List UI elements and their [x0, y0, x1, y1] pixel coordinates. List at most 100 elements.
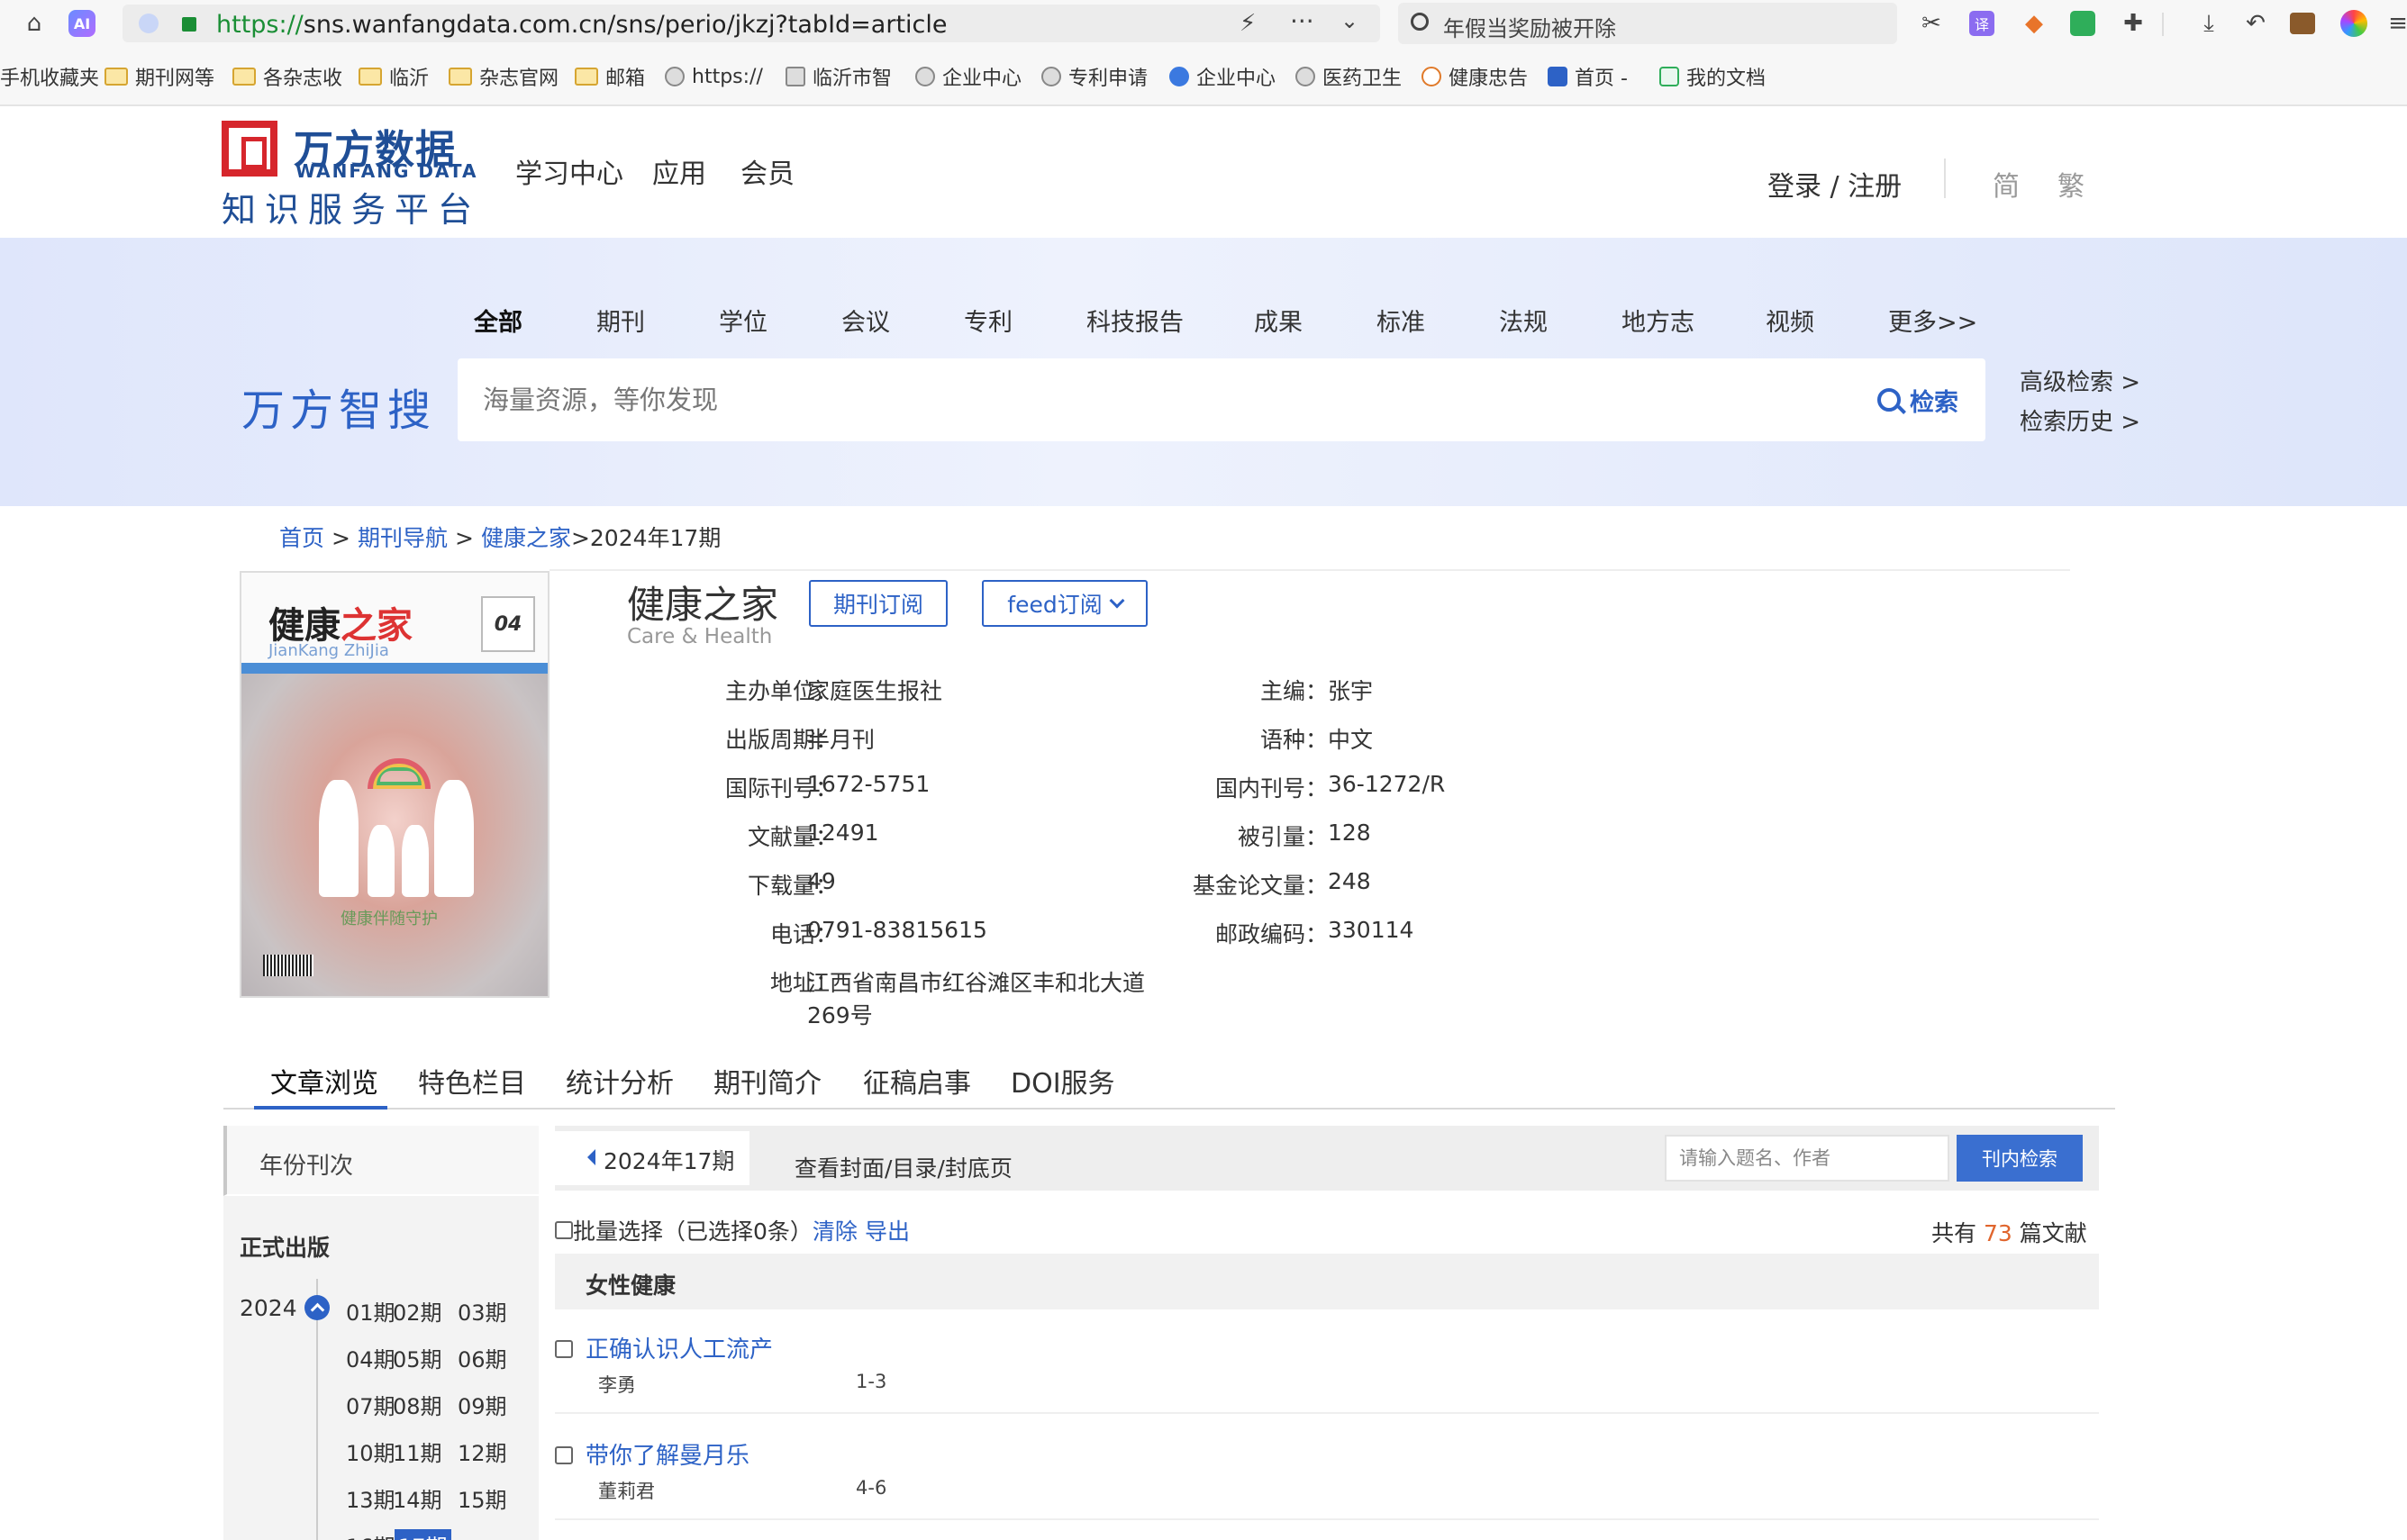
- issue-07[interactable]: 07期: [346, 1389, 395, 1420]
- tab-journal-intro[interactable]: 期刊简介: [713, 1061, 822, 1101]
- search-tab-achievement[interactable]: 成果: [1254, 303, 1303, 338]
- bookmark[interactable]: 邮箱: [575, 61, 645, 92]
- nav-member[interactable]: 会员: [740, 151, 795, 191]
- lang-traditional[interactable]: 繁: [2057, 164, 2085, 204]
- tab-featured-columns[interactable]: 特色栏目: [418, 1061, 526, 1101]
- bookmark[interactable]: 健康忠告: [1421, 61, 1528, 92]
- game-icon[interactable]: ◆: [2020, 9, 2048, 38]
- bookmark[interactable]: https://: [665, 61, 763, 92]
- issue-12[interactable]: 12期: [458, 1436, 507, 1467]
- in-journal-search-button[interactable]: 刊内检索: [1957, 1135, 2083, 1182]
- bookmark[interactable]: 医药卫生: [1295, 61, 1402, 92]
- tab-doi-service[interactable]: DOI服务: [1011, 1061, 1115, 1101]
- article-author[interactable]: 李勇: [598, 1371, 636, 1398]
- issue-10[interactable]: 10期: [346, 1436, 395, 1467]
- bookmark[interactable]: 各杂志收: [232, 61, 342, 92]
- issue-15[interactable]: 15期: [458, 1482, 507, 1514]
- view-cover-toc-link[interactable]: 查看封面/目录/封底页: [795, 1151, 1013, 1183]
- bookmark[interactable]: 企业中心: [915, 61, 1022, 92]
- search-tab-patent[interactable]: 专利: [964, 303, 1013, 338]
- bookmark[interactable]: 期刊网等: [104, 61, 214, 92]
- batch-select-checkbox[interactable]: [555, 1221, 573, 1239]
- undo-icon[interactable]: ↶: [2241, 9, 2270, 38]
- wanfang-logo[interactable]: 万方数据 WANFANG DATA 知识服务平台: [222, 115, 476, 230]
- assistant-icon[interactable]: [2340, 10, 2367, 37]
- in-journal-search-input[interactable]: [1665, 1135, 1949, 1182]
- clear-link[interactable]: 清除: [813, 1214, 858, 1246]
- tab-statistics[interactable]: 统计分析: [566, 1061, 674, 1101]
- search-input[interactable]: [483, 380, 1726, 420]
- issue-04[interactable]: 04期: [346, 1342, 395, 1373]
- advanced-search-link[interactable]: 高级检索 >: [2020, 364, 2140, 397]
- article-title[interactable]: 带你了解曼月乐: [586, 1437, 749, 1471]
- issue-09[interactable]: 09期: [458, 1389, 507, 1420]
- browser-search-box[interactable]: 年假当奖励被开除: [1398, 3, 1897, 44]
- subscribe-button[interactable]: 期刊订阅: [809, 580, 948, 627]
- issue-05[interactable]: 05期: [393, 1342, 442, 1373]
- issue-17-selected[interactable]: 17期: [395, 1529, 451, 1540]
- export-link[interactable]: 导出: [865, 1214, 910, 1246]
- tab-call-for-papers[interactable]: 征稿启事: [863, 1061, 971, 1101]
- bookmark[interactable]: 临沂市智: [786, 61, 892, 92]
- issue-11[interactable]: 11期: [393, 1436, 442, 1467]
- article-author[interactable]: 董莉君: [598, 1477, 655, 1504]
- bookmark[interactable]: 企业中心: [1169, 61, 1276, 92]
- home-icon[interactable]: ⌂: [20, 9, 49, 38]
- journal-cover[interactable]: 健康之家 JianKang ZhiJia 04 健康伴随守护: [240, 571, 550, 998]
- issue-08[interactable]: 08期: [393, 1389, 442, 1420]
- bookmark[interactable]: 专利申请: [1041, 61, 1148, 92]
- feed-subscribe-button[interactable]: feed订阅: [982, 580, 1148, 627]
- article-checkbox[interactable]: [555, 1446, 573, 1464]
- search-tab-all[interactable]: 全部: [474, 303, 522, 338]
- bookmark[interactable]: 临沂: [359, 61, 429, 92]
- search-tab-local-gazetteer[interactable]: 地方志: [1621, 303, 1694, 338]
- ai-icon[interactable]: AI: [68, 10, 95, 37]
- collapse-icon[interactable]: [304, 1295, 330, 1320]
- breadcrumb-home[interactable]: 首页: [279, 525, 324, 551]
- issue-03[interactable]: 03期: [458, 1295, 507, 1327]
- issue-02[interactable]: 02期: [393, 1295, 442, 1327]
- download-icon[interactable]: ⤓: [2194, 9, 2223, 38]
- menu-icon[interactable]: ≡: [2384, 9, 2407, 38]
- bookmark[interactable]: 我的文档: [1659, 61, 1766, 92]
- tab-article-browse[interactable]: 文章浏览: [270, 1061, 378, 1101]
- issue-14[interactable]: 14期: [393, 1482, 442, 1514]
- search-tab-video[interactable]: 视频: [1766, 303, 1814, 338]
- issue-selector[interactable]: 2024年17期: [555, 1131, 749, 1185]
- briefcase-icon[interactable]: [2290, 13, 2315, 34]
- bookmark[interactable]: 首页 -: [1548, 61, 1628, 92]
- issue-16[interactable]: 16期: [346, 1529, 395, 1540]
- chevron-down-icon[interactable]: ⌄: [1340, 8, 1358, 33]
- search-button[interactable]: 检索: [1877, 382, 1958, 418]
- lightning-icon[interactable]: ⚡: [1240, 10, 1256, 37]
- extensions-icon[interactable]: ✚: [2119, 9, 2148, 38]
- issue-01[interactable]: 01期: [346, 1295, 395, 1327]
- search-tab-standard[interactable]: 标准: [1376, 303, 1425, 338]
- more-icon[interactable]: ···: [1290, 6, 1314, 36]
- search-tab-degree[interactable]: 学位: [719, 303, 768, 338]
- article-checkbox[interactable]: [555, 1340, 573, 1358]
- breadcrumb-journal-nav[interactable]: 期刊导航: [358, 525, 448, 551]
- nav-apps[interactable]: 应用: [652, 151, 706, 191]
- issue-13[interactable]: 13期: [346, 1482, 395, 1514]
- article-title[interactable]: 正确认识人工流产: [586, 1331, 773, 1364]
- bookmark[interactable]: 杂志官网: [449, 61, 559, 92]
- login-register-link[interactable]: 登录 / 注册: [1767, 164, 1902, 204]
- search-tab-tech-report[interactable]: 科技报告: [1086, 303, 1184, 338]
- search-history-link[interactable]: 检索历史 >: [2020, 403, 2140, 437]
- search-tab-more[interactable]: 更多>>: [1888, 303, 1977, 338]
- search-tab-conference[interactable]: 会议: [841, 303, 890, 338]
- book-ext-icon[interactable]: [2070, 11, 2095, 36]
- search-tab-journal[interactable]: 期刊: [596, 303, 645, 338]
- prev-issue-icon[interactable]: [587, 1149, 595, 1165]
- bookmark[interactable]: 手机收藏夹: [0, 61, 99, 92]
- nav-learning-center[interactable]: 学习中心: [515, 151, 623, 191]
- lang-simplified[interactable]: 简: [1993, 164, 2020, 204]
- search-tab-law[interactable]: 法规: [1499, 303, 1548, 338]
- address-bar[interactable]: https://sns.wanfangdata.com.cn/sns/perio…: [123, 5, 1380, 42]
- address-url[interactable]: https://sns.wanfangdata.com.cn/sns/perio…: [216, 11, 948, 39]
- translate-icon[interactable]: 译: [1969, 11, 1994, 36]
- issue-06[interactable]: 06期: [458, 1342, 507, 1373]
- next-issue-icon[interactable]: [720, 1149, 728, 1165]
- breadcrumb-journal[interactable]: 健康之家: [481, 525, 571, 551]
